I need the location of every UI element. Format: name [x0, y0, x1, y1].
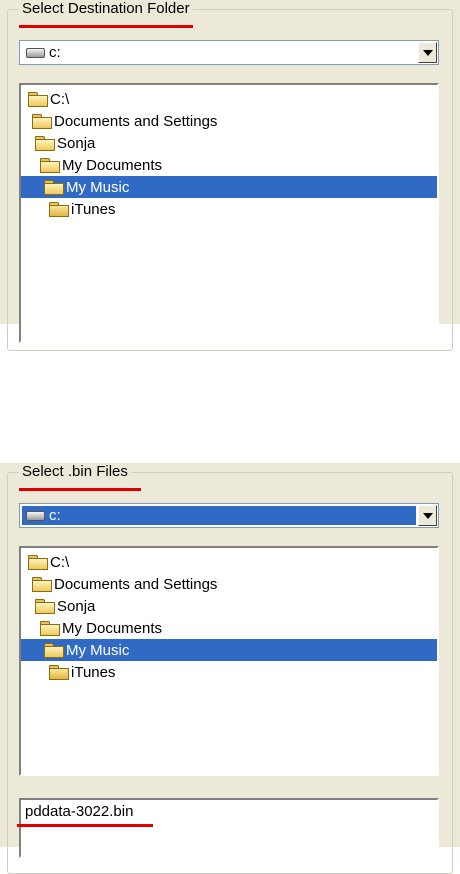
tree-item-documents-and-settings[interactable]: Documents and Settings: [21, 573, 437, 595]
folder-open-icon: [28, 92, 48, 107]
destination-folder-panel: Select Destination Folder c: C:\ Documen…: [0, 0, 460, 351]
drive-dropdown-value: c:: [22, 506, 416, 525]
tree-item-sonja[interactable]: Sonja: [21, 595, 437, 617]
folder-open-icon: [32, 577, 52, 592]
tree-item-itunes[interactable]: iTunes: [21, 198, 437, 220]
folder-tree[interactable]: C:\ Documents and Settings Sonja My Docu…: [19, 83, 439, 343]
drive-dropdown-value: c:: [22, 43, 416, 62]
file-list-item[interactable]: pddata-3022.bin: [25, 803, 133, 820]
folder-open-icon: [35, 599, 55, 614]
tree-item-label: C:\: [50, 553, 70, 571]
tree-item-label: My Documents: [62, 156, 163, 174]
chevron-down-icon: [422, 512, 433, 519]
drive-label: c:: [49, 507, 61, 524]
tree-item-label: My Documents: [62, 619, 163, 637]
annotation-underline: [17, 824, 153, 827]
annotation-underline: [19, 488, 141, 491]
folder-open-icon: [44, 180, 64, 195]
dropdown-button[interactable]: [418, 42, 437, 63]
tree-item-my-music[interactable]: My Music: [21, 639, 437, 661]
tree-item-label: Documents and Settings: [54, 575, 218, 593]
drive-dropdown[interactable]: c:: [19, 40, 439, 65]
drive-label: c:: [49, 44, 61, 61]
tree-item-c-root[interactable]: C:\: [21, 551, 437, 573]
tree-item-label: iTunes: [71, 200, 116, 218]
tree-item-label: My Music: [66, 641, 130, 659]
tree-item-my-music[interactable]: My Music: [21, 176, 437, 198]
dropdown-button[interactable]: [418, 505, 437, 526]
tree-item-label: Sonja: [57, 597, 96, 615]
drive-dropdown[interactable]: c:: [19, 503, 439, 528]
folder-open-icon: [40, 621, 60, 636]
tree-item-my-documents[interactable]: My Documents: [21, 617, 437, 639]
folder-tree[interactable]: C:\ Documents and Settings Sonja My Docu…: [19, 546, 439, 776]
tree-item-label: Sonja: [57, 134, 96, 152]
bin-files-panel: Select .bin Files c: C:\ Documents and S…: [0, 463, 460, 874]
file-list[interactable]: pddata-3022.bin: [19, 798, 439, 858]
folder-open-icon: [44, 643, 64, 658]
folder-open-icon: [35, 136, 55, 151]
hard-drive-icon: [26, 47, 45, 58]
tree-item-label: iTunes: [71, 663, 116, 681]
tree-item-documents-and-settings[interactable]: Documents and Settings: [21, 110, 437, 132]
folder-open-icon: [32, 114, 52, 129]
hard-drive-icon: [26, 510, 45, 521]
tree-item-label: C:\: [50, 90, 70, 108]
folder-open-icon: [40, 158, 60, 173]
destination-group-title: Select Destination Folder: [19, 0, 193, 18]
tree-item-my-documents[interactable]: My Documents: [21, 154, 437, 176]
tree-item-label: My Music: [66, 178, 130, 196]
folder-icon: [49, 665, 69, 680]
bin-files-group-title: Select .bin Files: [19, 463, 131, 481]
tree-item-label: Documents and Settings: [54, 112, 218, 130]
chevron-down-icon: [422, 49, 433, 56]
tree-item-c-root[interactable]: C:\: [21, 88, 437, 110]
tree-item-itunes[interactable]: iTunes: [21, 661, 437, 683]
annotation-underline: [19, 25, 193, 28]
tree-item-sonja[interactable]: Sonja: [21, 132, 437, 154]
folder-open-icon: [28, 555, 48, 570]
folder-icon: [49, 202, 69, 217]
